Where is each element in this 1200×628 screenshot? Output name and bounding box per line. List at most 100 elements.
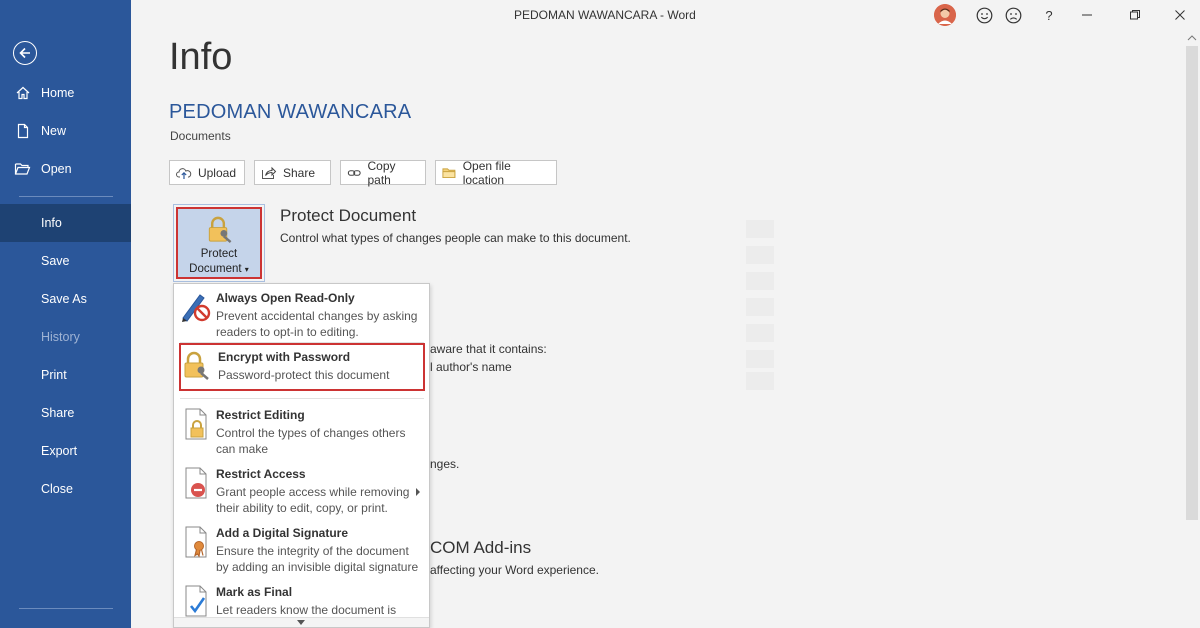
menu-item-add-digital-signature[interactable]: Add a Digital Signature Ensure the integ…: [174, 519, 429, 577]
menu-item-restrict-editing[interactable]: Restrict Editing Control the types of ch…: [174, 401, 429, 459]
upload-button[interactable]: Upload: [169, 160, 245, 185]
sidebar-item-save[interactable]: Save: [0, 242, 131, 280]
sidebar-item-label: Share: [41, 406, 75, 420]
folder-icon: [442, 167, 456, 178]
open-file-location-label: Open file location: [462, 158, 511, 187]
pencil-prohibited-icon: [182, 294, 211, 322]
sidebar-item-history: History: [0, 318, 131, 356]
protect-document-description: Control what types of changes people can…: [280, 231, 631, 245]
lock-key-icon: [208, 216, 232, 244]
menu-item-title: Restrict Editing: [216, 408, 305, 422]
document-restrict-icon: [185, 467, 207, 499]
sidebar-item-new[interactable]: New: [0, 112, 131, 150]
help-button[interactable]: ?: [1041, 5, 1057, 25]
restore-button[interactable]: [1125, 5, 1145, 25]
avatar: [934, 4, 956, 26]
sidebar-item-home[interactable]: Home: [0, 74, 131, 112]
menu-item-title: Encrypt with Password: [218, 350, 351, 364]
sidebar-item-label: Info: [41, 216, 62, 230]
menu-item-description: Grant people access while removing their…: [216, 485, 410, 515]
scroll-up-icon: [1187, 35, 1197, 41]
menu-divider: [180, 398, 424, 399]
menu-item-title: Mark as Final: [216, 585, 293, 599]
frown-feedback-icon[interactable]: [1003, 5, 1023, 25]
document-location: Documents: [170, 129, 231, 143]
sidebar-item-label: Save As: [41, 292, 87, 306]
sidebar-item-label: Print: [41, 368, 67, 382]
sidebar-divider: [19, 196, 113, 197]
lock-key-icon: [184, 351, 209, 380]
sidebar-item-close[interactable]: Close: [0, 470, 131, 508]
menu-item-description: Ensure the integrity of the document by …: [216, 544, 419, 574]
backstage-sidebar: Home New Open Info Save Save As History …: [0, 0, 131, 628]
menu-item-restrict-access[interactable]: Restrict Access Grant people access whil…: [174, 460, 429, 518]
restore-icon: [1130, 10, 1140, 20]
document-title: PEDOMAN WAWANCARA: [169, 101, 412, 123]
link-icon: [347, 169, 361, 176]
share-label: Share: [283, 165, 316, 180]
upload-label: Upload: [197, 165, 236, 180]
manage-changes-text: nges.: [430, 457, 460, 471]
page-title: Info: [169, 36, 233, 78]
protect-document-label: Protect Document ▾: [189, 248, 249, 275]
submenu-arrow-icon: [416, 488, 420, 496]
sidebar-item-label: Open: [41, 162, 72, 176]
protect-document-heading: Protect Document: [280, 206, 417, 225]
menu-item-description: Password-protect this document: [218, 368, 390, 382]
sidebar-item-open[interactable]: Open: [0, 150, 131, 188]
close-icon: [1175, 10, 1185, 20]
property-placeholder: [746, 298, 774, 316]
minimize-button[interactable]: [1077, 5, 1097, 25]
sidebar-item-label: Home: [41, 86, 75, 100]
window-title: PEDOMAN WAWANCARA - Word: [514, 8, 696, 22]
property-placeholder: [746, 324, 774, 342]
back-arrow-icon: [19, 47, 30, 59]
property-placeholder: [746, 272, 774, 290]
title-bar: PEDOMAN WAWANCARA - Word ?: [131, 0, 1200, 30]
menu-item-encrypt-with-password[interactable]: Encrypt with Password Password-protect t…: [179, 343, 425, 391]
inspect-author-text: l author's name: [430, 360, 512, 374]
menu-item-always-open-read-only[interactable]: Always Open Read-Only Prevent accidental…: [174, 284, 429, 342]
share-button[interactable]: Share: [254, 160, 331, 185]
copy-path-label: Copy path: [367, 158, 396, 187]
document-lock-icon: [185, 408, 207, 440]
property-placeholder: [746, 372, 774, 390]
open-file-location-button[interactable]: Open file location: [435, 158, 557, 187]
scrollbar-thumb[interactable]: [1186, 46, 1198, 520]
sidebar-item-label: New: [41, 124, 67, 138]
minimize-icon: [1082, 14, 1092, 16]
menu-item-description: Control the types of changes others can …: [216, 426, 406, 456]
share-icon: [262, 166, 277, 179]
protect-document-button[interactable]: Protect Document ▾: [176, 207, 262, 279]
menu-item-description: Prevent accidental changes by asking rea…: [216, 309, 418, 339]
smile-feedback-icon[interactable]: [974, 5, 994, 25]
sidebar-item-share[interactable]: Share: [0, 394, 131, 432]
sidebar-item-label: History: [41, 330, 80, 344]
menu-item-title: Add a Digital Signature: [216, 526, 349, 540]
sidebar-item-export[interactable]: Export: [0, 432, 131, 470]
document-check-icon: [185, 585, 207, 617]
document-ribbon-icon: [185, 526, 207, 558]
sidebar-item-label: Save: [41, 254, 70, 268]
new-document-icon: [0, 123, 41, 139]
sidebar-item-save-as[interactable]: Save As: [0, 280, 131, 318]
menu-item-title: Always Open Read-Only: [216, 291, 355, 305]
menu-item-title: Restrict Access: [216, 467, 306, 481]
upload-icon: [176, 167, 192, 179]
property-placeholder: [746, 350, 774, 368]
close-button[interactable]: [1170, 5, 1190, 25]
protect-document-menu: Always Open Read-Only Prevent accidental…: [173, 283, 430, 628]
sidebar-item-info[interactable]: Info: [0, 204, 131, 242]
account-avatar[interactable]: [934, 4, 956, 26]
com-addins-heading: COM Add-ins: [430, 538, 532, 557]
home-icon: [0, 85, 41, 101]
sidebar-item-label: Close: [41, 482, 73, 496]
back-button[interactable]: [13, 41, 37, 65]
property-placeholder: [746, 246, 774, 264]
com-addins-description: affecting your Word experience.: [430, 563, 599, 577]
property-placeholder: [746, 220, 774, 238]
copy-path-button[interactable]: Copy path: [340, 158, 426, 187]
sidebar-item-print[interactable]: Print: [0, 356, 131, 394]
menu-scroll-down[interactable]: [174, 617, 429, 627]
sidebar-item-label: Export: [41, 444, 78, 458]
